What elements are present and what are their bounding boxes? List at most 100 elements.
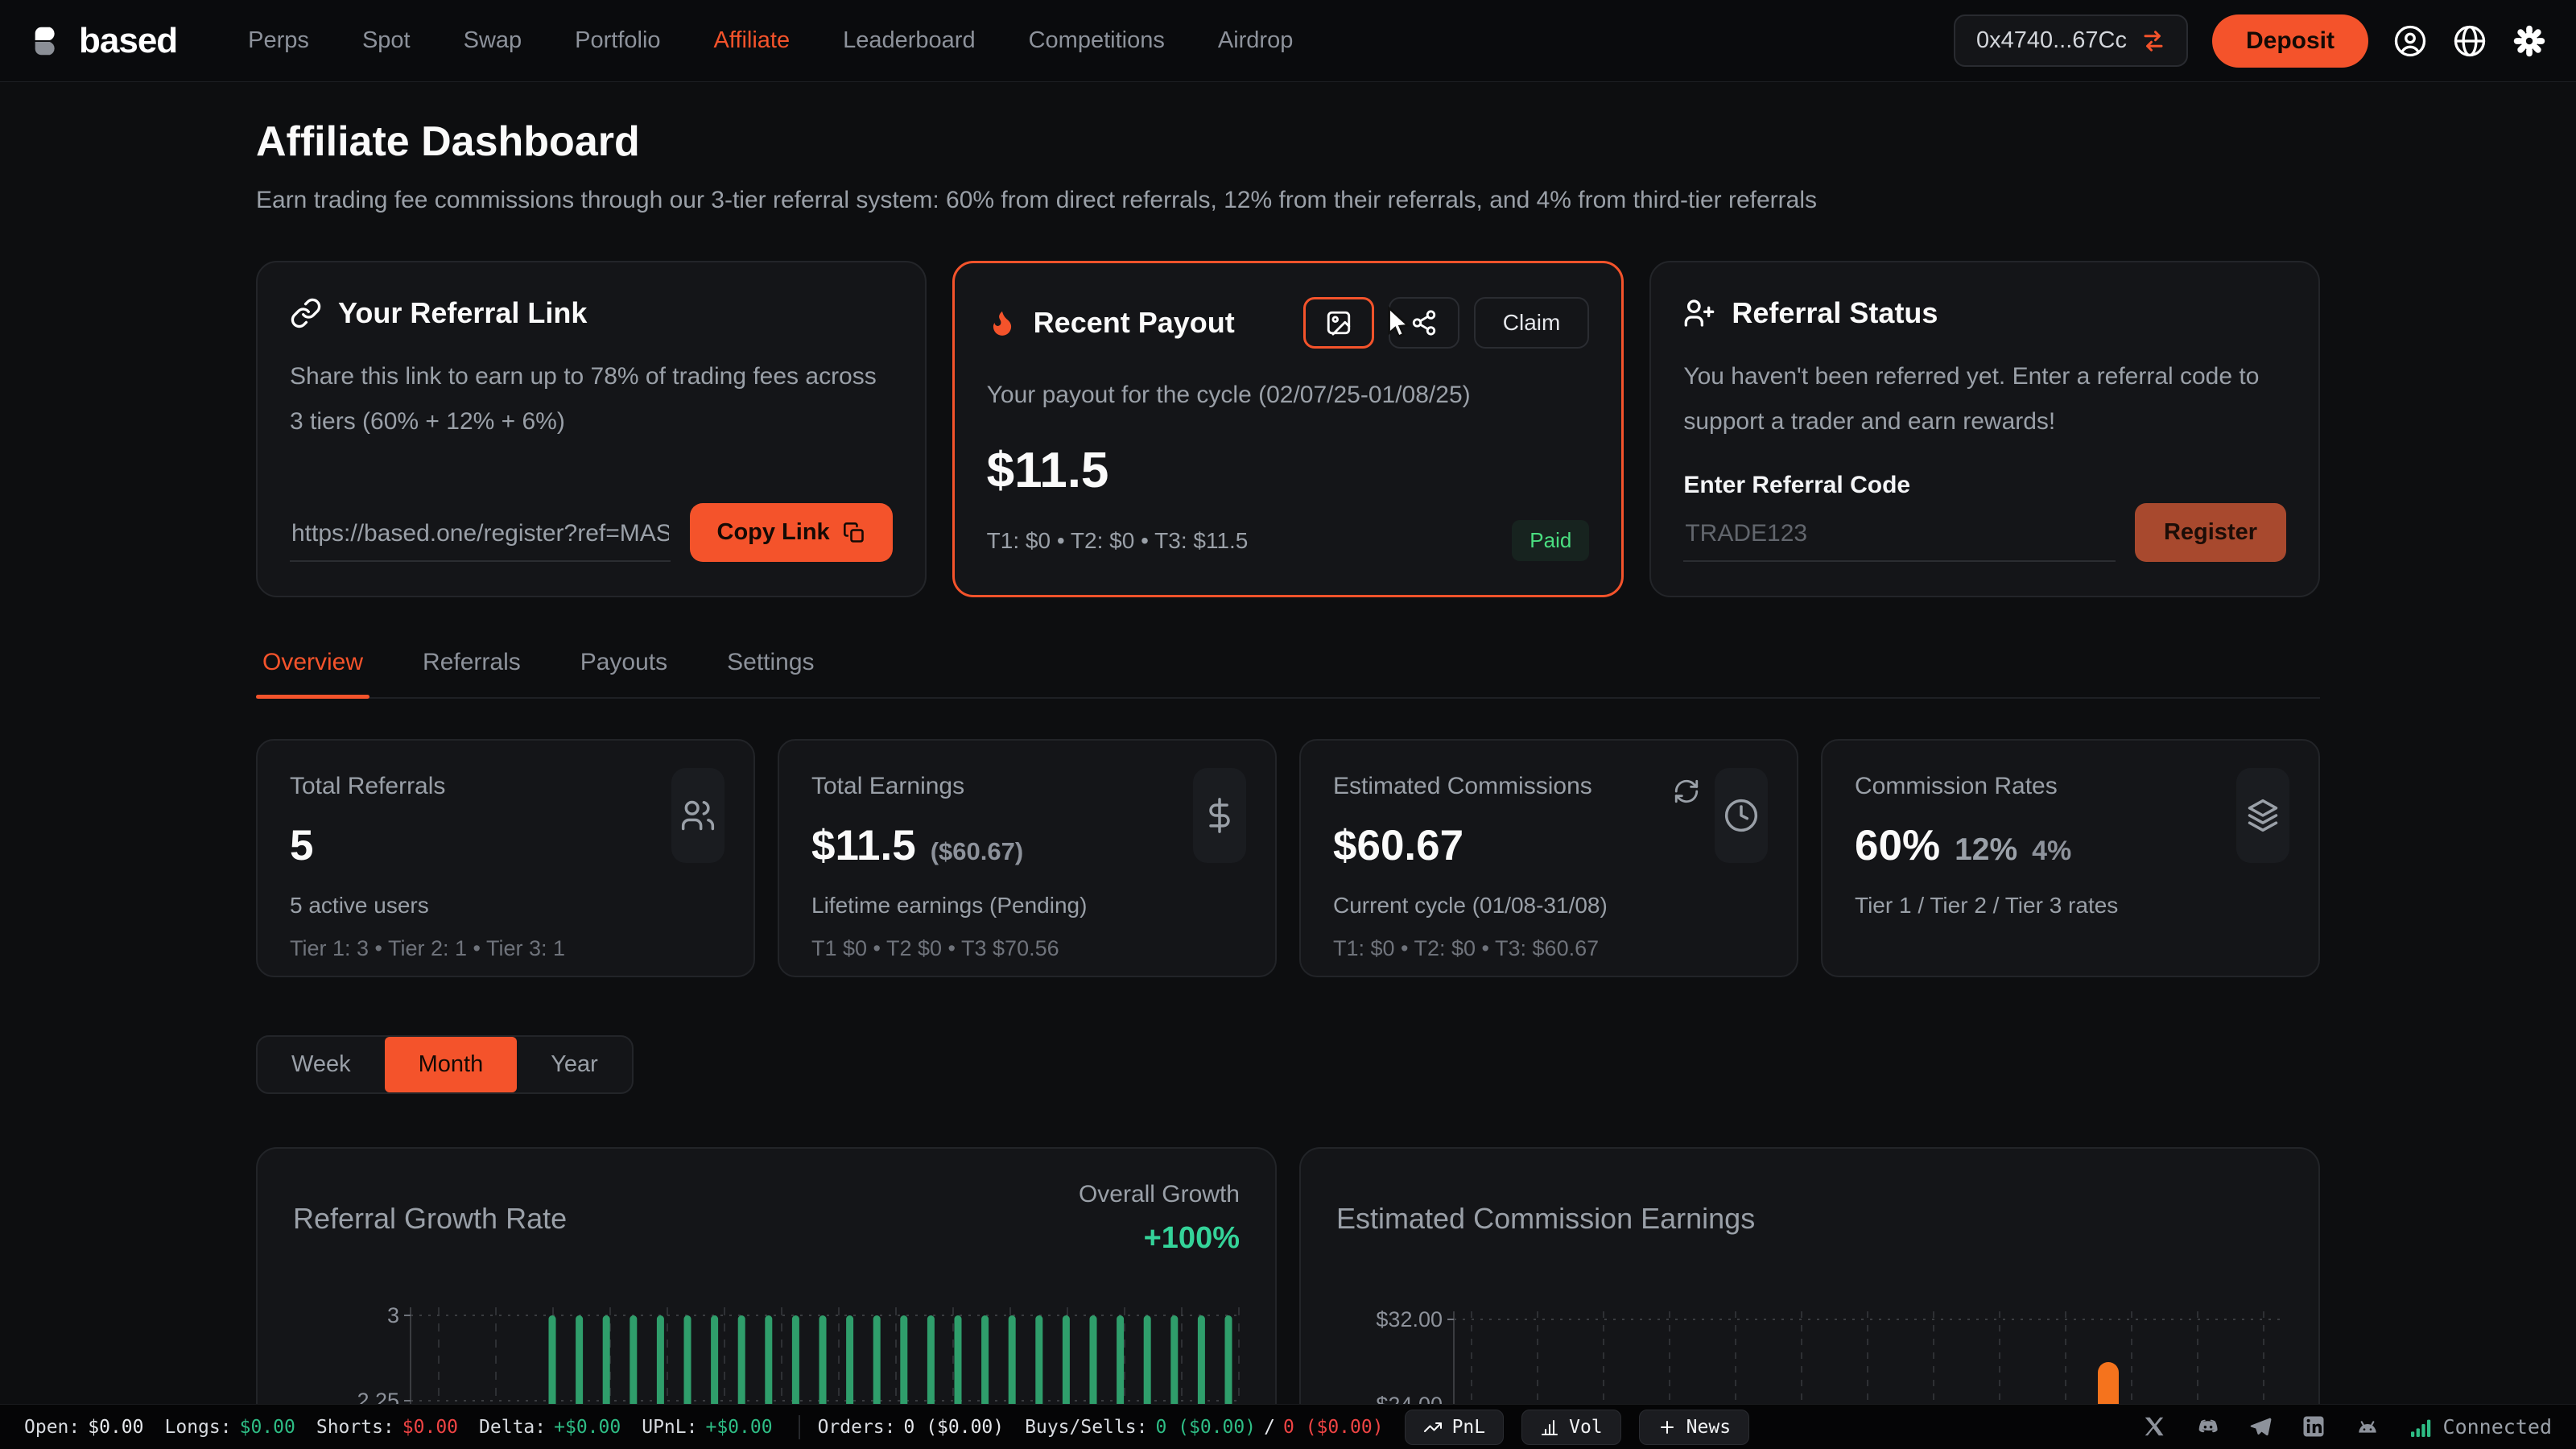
copy-icon xyxy=(843,522,865,544)
nav-item-portfolio[interactable]: Portfolio xyxy=(575,27,660,54)
tier3-rate: 4% xyxy=(2032,836,2071,867)
language-globe-icon[interactable] xyxy=(2452,23,2487,59)
paid-status-badge: Paid xyxy=(1512,520,1589,561)
total-referrals-value: 5 xyxy=(290,821,313,870)
flame-icon xyxy=(987,308,1018,338)
total-referrals-card: Total Referrals 5 5 active users Tier 1:… xyxy=(256,739,755,977)
android-icon[interactable] xyxy=(2355,1414,2380,1440)
recent-payout-title: Recent Payout xyxy=(1034,306,1235,340)
buys-sells-label: Buys/Sells: xyxy=(1025,1417,1147,1438)
total-earnings-card: Total Earnings $11.5 ($60.67) Lifetime e… xyxy=(778,739,1277,977)
payout-share-button[interactable] xyxy=(1389,297,1459,349)
total-referrals-label: Total Referrals xyxy=(290,773,721,800)
orders-value: 0 ($0.00) xyxy=(904,1417,1005,1438)
referral-code-label: Enter Referral Code xyxy=(1683,472,2286,499)
sells-value: 0 ($0.00) xyxy=(1283,1417,1384,1438)
estimated-commissions-card: Estimated Commissions $60.67 Current cyc… xyxy=(1299,739,1798,977)
toggle-year[interactable]: Year xyxy=(517,1037,632,1092)
users-icon xyxy=(671,768,724,863)
commission-chart-title: Estimated Commission Earnings xyxy=(1336,1202,2283,1236)
nav-item-spot[interactable]: Spot xyxy=(362,27,411,54)
referral-status-description: You haven't been referred yet. Enter a r… xyxy=(1683,354,2286,444)
payout-tier-breakdown: T1: $0 • T2: $0 • T3: $11.5 xyxy=(987,528,1249,554)
switch-wallet-icon[interactable] xyxy=(2141,29,2165,53)
total-earnings-secondary: ($60.67) xyxy=(931,837,1023,866)
copy-link-label: Copy Link xyxy=(717,519,830,546)
based-logo[interactable]: based xyxy=(29,21,177,61)
vol-button[interactable]: Vol xyxy=(1521,1410,1621,1445)
total-referrals-tiers: Tier 1: 3 • Tier 2: 1 • Tier 3: 1 xyxy=(290,936,721,961)
buys-value: 0 ($0.00) xyxy=(1155,1417,1256,1438)
nav-item-leaderboard[interactable]: Leaderboard xyxy=(843,27,975,54)
copy-link-button[interactable]: Copy Link xyxy=(690,503,893,562)
wallet-address-pill[interactable]: 0x4740...67Cc xyxy=(1954,14,2188,67)
toggle-month[interactable]: Month xyxy=(385,1037,518,1092)
commission-rates-card: Commission Rates 60% 12% 4% Tier 1 / Tie… xyxy=(1821,739,2320,977)
status-divider xyxy=(799,1415,800,1439)
user-plus-icon xyxy=(1683,297,1715,329)
pnl-button[interactable]: PnL xyxy=(1405,1410,1505,1445)
settings-gear-icon[interactable] xyxy=(2512,23,2547,59)
referral-link-title: Your Referral Link xyxy=(338,296,587,330)
open-label: Open: xyxy=(24,1417,80,1438)
estimated-commissions-sub: Current cycle (01/08-31/08) xyxy=(1333,893,1765,919)
nav-items: Perps Spot Swap Portfolio Affiliate Lead… xyxy=(248,27,1293,54)
longs-value: $0.00 xyxy=(240,1417,295,1438)
plus-icon xyxy=(1657,1418,1677,1437)
nav-item-competitions[interactable]: Competitions xyxy=(1029,27,1165,54)
recent-payout-card: Recent Payout xyxy=(952,261,1624,597)
payout-image-button[interactable] xyxy=(1303,297,1374,349)
refresh-icon[interactable] xyxy=(1673,778,1700,805)
period-toggle: Week Month Year xyxy=(256,1035,634,1094)
overall-growth-value: +100% xyxy=(1079,1221,1240,1256)
page-title: Affiliate Dashboard xyxy=(256,118,2320,166)
connection-status: Connected xyxy=(2408,1414,2552,1440)
telegram-icon[interactable] xyxy=(2248,1414,2274,1440)
register-button[interactable]: Register xyxy=(2135,503,2286,562)
news-button[interactable]: News xyxy=(1639,1410,1749,1445)
tab-referrals[interactable]: Referrals xyxy=(416,644,527,697)
logo-text: based xyxy=(79,21,177,61)
trending-up-icon xyxy=(1423,1418,1443,1437)
total-earnings-value: $11.5 xyxy=(811,821,916,870)
payout-amount: $11.5 xyxy=(987,442,1590,499)
account-icon[interactable] xyxy=(2392,23,2428,59)
tab-payouts[interactable]: Payouts xyxy=(574,644,674,697)
referral-code-input[interactable] xyxy=(1683,512,2116,562)
delta-label: Delta: xyxy=(479,1417,546,1438)
x-twitter-icon[interactable] xyxy=(2142,1414,2168,1440)
tab-settings[interactable]: Settings xyxy=(720,644,820,697)
shorts-label: Shorts: xyxy=(316,1417,394,1438)
tier2-rate: 12% xyxy=(1955,832,2017,868)
referral-link-description: Share this link to earn up to 78% of tra… xyxy=(290,354,893,444)
clock-icon xyxy=(1715,768,1768,863)
buys-sells-separator: / xyxy=(1264,1417,1275,1438)
tab-overview[interactable]: Overview xyxy=(256,644,369,697)
claim-button[interactable]: Claim xyxy=(1474,297,1590,349)
dollar-icon xyxy=(1193,768,1246,863)
nav-item-swap[interactable]: Swap xyxy=(464,27,522,54)
referral-status-title: Referral Status xyxy=(1732,296,1938,330)
pnl-button-label: PnL xyxy=(1452,1417,1486,1438)
page-subtitle: Earn trading fee commissions through our… xyxy=(256,187,2320,214)
discord-icon[interactable] xyxy=(2195,1414,2221,1440)
svg-text:$32.00: $32.00 xyxy=(1376,1307,1443,1331)
commission-rates-sub: Tier 1 / Tier 2 / Tier 3 rates xyxy=(1855,893,2286,919)
linkedin-icon[interactable] xyxy=(2301,1414,2327,1440)
nav-item-airdrop[interactable]: Airdrop xyxy=(1218,27,1294,54)
referral-link-card: Your Referral Link Share this link to ea… xyxy=(256,261,927,597)
nav-item-perps[interactable]: Perps xyxy=(248,27,309,54)
wallet-address: 0x4740...67Cc xyxy=(1976,27,2127,54)
referral-link-input[interactable] xyxy=(290,512,671,562)
estimated-commissions-value: $60.67 xyxy=(1333,821,1463,870)
open-value: $0.00 xyxy=(88,1417,143,1438)
connection-status-label: Connected xyxy=(2443,1415,2552,1439)
commission-rates-label: Commission Rates xyxy=(1855,773,2286,800)
orders-label: Orders: xyxy=(818,1417,896,1438)
total-earnings-sub: Lifetime earnings (Pending) xyxy=(811,893,1243,919)
nav-item-affiliate[interactable]: Affiliate xyxy=(714,27,791,54)
link-icon xyxy=(290,297,322,329)
toggle-week[interactable]: Week xyxy=(258,1037,385,1092)
top-nav: based Perps Spot Swap Portfolio Affiliat… xyxy=(0,0,2576,82)
deposit-button[interactable]: Deposit xyxy=(2212,14,2368,68)
